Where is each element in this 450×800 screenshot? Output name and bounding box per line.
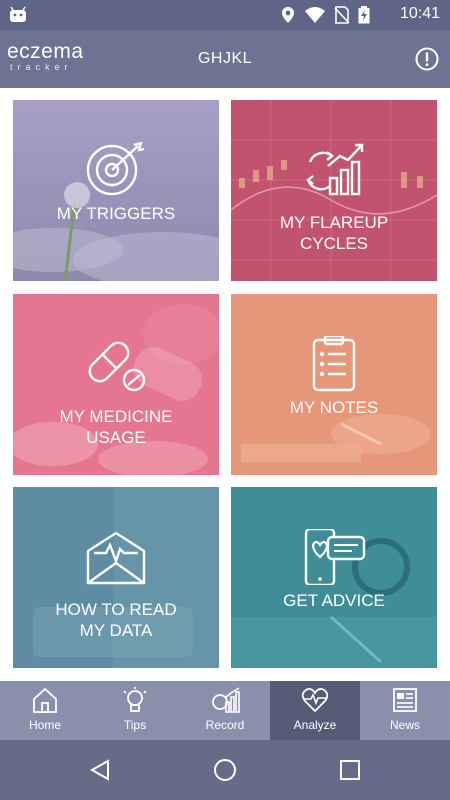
tile-label-line1: MY MEDICINE xyxy=(59,407,173,426)
tile-label: MY FLAREUP CYCLES xyxy=(231,212,437,254)
clipboard-icon xyxy=(312,336,356,392)
tile-label-line2: USAGE xyxy=(86,428,146,447)
app-bar: eczema tracker GHJKL xyxy=(0,30,450,88)
nav-home-label: Home xyxy=(28,718,61,732)
home-circle-icon[interactable] xyxy=(213,758,237,782)
battery-charging-icon xyxy=(358,6,370,24)
target-icon xyxy=(86,142,145,196)
alert-icon[interactable] xyxy=(415,47,439,71)
newspaper-icon xyxy=(393,688,417,712)
tile-how-to-read-my-data[interactable]: HOW TO READ MY DATA xyxy=(13,487,219,668)
tile-my-medicine-usage[interactable]: MY MEDICINE USAGE xyxy=(13,294,219,475)
lightbulb-icon xyxy=(123,687,147,712)
no-sim-icon xyxy=(334,6,350,24)
nav-record-label: Record xyxy=(205,718,245,732)
location-icon xyxy=(282,7,294,23)
phone-chat-icon xyxy=(304,529,366,585)
tile-my-notes[interactable]: MY NOTES xyxy=(231,294,437,475)
page-title: GHJKL xyxy=(197,50,253,67)
nav-home[interactable]: Home xyxy=(0,681,90,740)
tile-label-line1: MY TRIGGERS xyxy=(56,204,176,223)
status-bar: 10:41 xyxy=(0,0,450,30)
tile-label: HOW TO READ MY DATA xyxy=(13,599,219,641)
tile-label-line1: GET ADVICE xyxy=(283,591,385,610)
home-icon xyxy=(33,687,57,713)
status-time: 10:41 xyxy=(399,5,440,22)
tile-label-line2: MY DATA xyxy=(79,621,153,640)
system-nav-bar xyxy=(0,740,450,800)
recents-icon[interactable] xyxy=(338,758,362,782)
tile-label-line2: CYCLES xyxy=(299,234,369,253)
tile-my-triggers[interactable]: MY TRIGGERS xyxy=(13,100,219,281)
tile-label-line1: MY FLAREUP xyxy=(279,213,389,232)
nav-tips-label: Tips xyxy=(123,718,147,732)
bottom-nav: Home Tips Record Analyze News xyxy=(0,681,450,740)
tile-label-line1: MY NOTES xyxy=(289,398,379,417)
wifi-icon xyxy=(305,7,325,23)
tile-my-flareup-cycles[interactable]: MY FLAREUP CYCLES xyxy=(231,100,437,281)
heartbeat-envelope-icon xyxy=(86,531,146,585)
heart-pulse-icon xyxy=(301,688,329,713)
record-chart-icon xyxy=(212,687,240,713)
tile-label: MY MEDICINE USAGE xyxy=(13,406,219,448)
back-icon[interactable] xyxy=(88,758,112,782)
cycle-chart-icon xyxy=(306,143,364,196)
android-icon xyxy=(10,6,26,22)
nav-news-label: News xyxy=(389,718,420,732)
nav-news[interactable]: News xyxy=(360,681,450,740)
tile-get-advice[interactable]: GET ADVICE xyxy=(231,487,437,668)
nav-record[interactable]: Record xyxy=(180,681,270,740)
nav-analyze-label: Analyze xyxy=(293,718,337,732)
pill-icon xyxy=(88,341,146,392)
nav-analyze[interactable]: Analyze xyxy=(270,681,360,740)
nav-tips[interactable]: Tips xyxy=(90,681,180,740)
tile-label-line1: HOW TO READ xyxy=(55,600,177,619)
